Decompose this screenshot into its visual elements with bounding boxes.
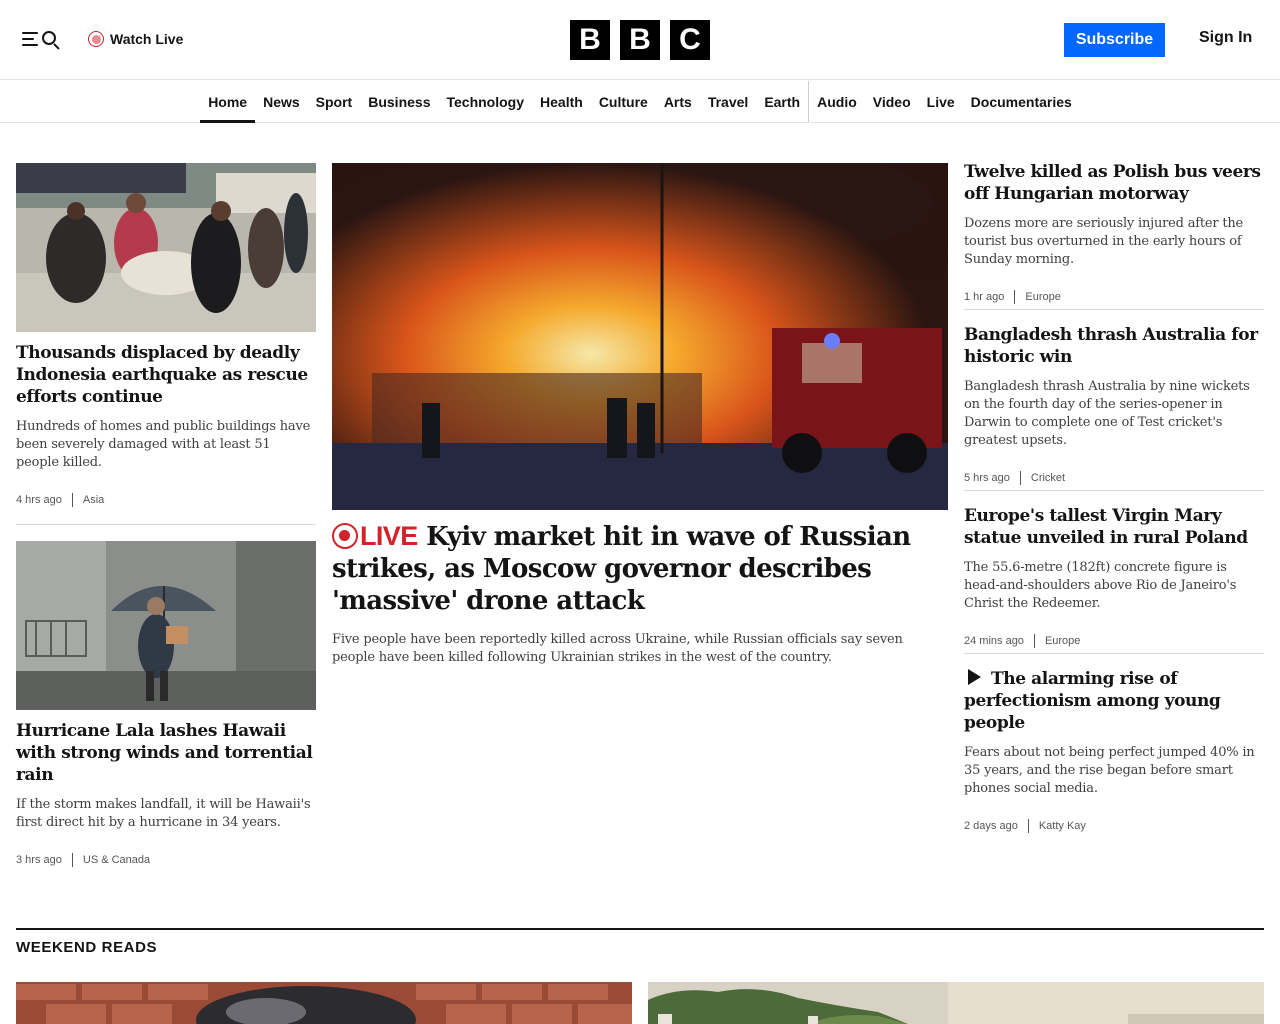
earthquake-story-image[interactable] [16,163,316,332]
nav-item-news[interactable]: News [255,81,308,122]
coast-photo [648,982,1264,1024]
story-time: 2 days ago [964,820,1018,832]
main-story-image[interactable] [332,163,948,510]
nav-item-culture[interactable]: Culture [591,81,656,122]
nav-item-home[interactable]: Home [200,81,256,123]
story-headline-text: The alarming rise of perfectionism among… [964,669,1221,733]
search-icon-handle [53,43,60,50]
masthead: Watch Live B B C Subscribe Sign In [0,0,1280,80]
story-time: 24 mins ago [964,635,1024,647]
story-time: 5 hrs ago [964,472,1010,484]
nav-item-video[interactable]: Video [865,81,919,122]
logo-block: B [570,20,610,60]
story-meta: 2 days ago Katty Kay [964,819,1264,833]
watch-live-link[interactable]: Watch Live [88,28,183,50]
story-card: Hurricane Lala lashes Hawaii with strong… [16,720,316,867]
story-tag[interactable]: Cricket [1019,471,1065,485]
section-title: WEEKEND READS [16,939,158,956]
divider [964,653,1264,654]
hurricane-story-image[interactable] [16,541,316,710]
story-tag[interactable]: Europe [1014,290,1061,304]
story-headline[interactable]: Thousands displaced by deadly Indonesia … [16,342,316,408]
menu-search-button[interactable] [20,26,64,54]
main-nav: Home News Sport Business Technology Heal… [0,81,1280,123]
story-meta: 1 hr ago Europe [964,290,1264,304]
story-meta: 5 hrs ago Cricket [964,471,1264,485]
story-headline[interactable]: Hurricane Lala lashes Hawaii with strong… [16,720,316,786]
story-meta: 24 mins ago Europe [964,634,1264,648]
story-tag[interactable]: Katty Kay [1027,819,1086,833]
story-time: 4 hrs ago [16,494,62,506]
nav-item-audio[interactable]: Audio [808,81,865,122]
divider [964,490,1264,491]
nav-item-business[interactable]: Business [360,81,438,122]
nav-item-earth[interactable]: Earth [756,81,808,122]
logo-block: B [620,20,660,60]
story-headline[interactable]: Bangladesh thrash Australia for historic… [964,324,1264,368]
sign-in-link[interactable]: Sign In [1199,29,1252,47]
nav-item-travel[interactable]: Travel [700,81,756,122]
play-icon [968,669,981,685]
story-summary: Dozens more are seriously injured after … [964,216,1244,267]
section-rule [16,928,1264,930]
story-time: 1 hr ago [964,291,1005,303]
live-label: LIVE [360,521,418,551]
live-icon [88,31,104,47]
menu-icon-bar [22,38,34,40]
weekend-read-image[interactable] [648,982,1264,1024]
main-story-card: LIVE Kyiv market hit in wave of Russian … [332,520,948,667]
nav-item-health[interactable]: Health [532,81,591,122]
story-card: The alarming rise of perfectionism among… [964,668,1264,833]
live-icon [332,523,358,549]
story-summary: The 55.6-metre (182ft) concrete figure i… [964,560,1237,611]
story-tag[interactable]: Asia [71,493,104,507]
story-summary: Hundreds of homes and public buildings h… [16,419,311,470]
main-story-summary: Five people have been reportedly killed … [332,632,903,665]
nav-item-technology[interactable]: Technology [438,81,532,122]
logo-block: C [670,20,710,60]
hurricane-photo [16,541,316,710]
nav-item-sport[interactable]: Sport [308,81,361,122]
menu-icon [22,32,38,34]
story-meta: 3 hrs ago US & Canada [16,853,316,867]
story-headline[interactable]: The alarming rise of perfectionism among… [964,668,1264,734]
main-story-headline[interactable]: LIVE Kyiv market hit in wave of Russian … [332,520,948,617]
nav-item-arts[interactable]: Arts [656,81,700,122]
bbc-logo[interactable]: B B C [570,20,710,60]
story-card: Thousands displaced by deadly Indonesia … [16,342,316,507]
story-card: Europe's tallest Virgin Mary statue unve… [964,505,1264,648]
nav-item-documentaries[interactable]: Documentaries [963,81,1080,122]
subscribe-button[interactable]: Subscribe [1064,23,1165,57]
story-tag[interactable]: Europe [1033,634,1080,648]
nav-item-live[interactable]: Live [919,81,963,122]
earthquake-photo [16,163,316,332]
menu-icon-bar [22,44,38,46]
main-headline-text: Kyiv market hit in wave of Russian strik… [332,522,911,616]
weekend-read-image[interactable] [16,982,632,1024]
story-time: 3 hrs ago [16,854,62,866]
story-headline[interactable]: Europe's tallest Virgin Mary statue unve… [964,505,1264,549]
fire-photo [332,163,948,510]
story-card: Twelve killed as Polish bus veers off Hu… [964,161,1264,304]
story-summary: Fears about not being perfect jumped 40%… [964,745,1255,796]
story-summary: If the storm makes landfall, it will be … [16,797,311,830]
story-headline[interactable]: Twelve killed as Polish bus veers off Hu… [964,161,1264,205]
brick-wall-photo [16,982,632,1024]
story-summary: Bangladesh thrash Australia by nine wick… [964,379,1250,448]
divider [16,524,316,525]
story-meta: 4 hrs ago Asia [16,493,316,507]
story-tag[interactable]: US & Canada [71,853,150,867]
story-card: Bangladesh thrash Australia for historic… [964,324,1264,485]
watch-live-label: Watch Live [110,31,184,47]
divider [964,309,1264,310]
